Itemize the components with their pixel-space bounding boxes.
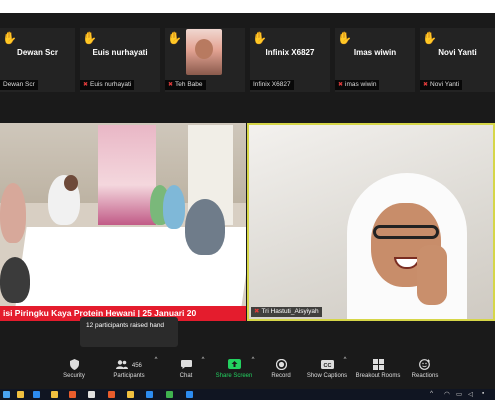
- participant-label: ✖ imas wiwin: [335, 80, 380, 90]
- chat-button[interactable]: Chat: [175, 357, 197, 387]
- speaker-hands: [417, 245, 447, 305]
- participants-button[interactable]: 456 Participants: [108, 357, 150, 387]
- share-caret-icon[interactable]: ^: [250, 357, 256, 387]
- attendee: [0, 257, 30, 303]
- muted-mic-icon: ✖: [423, 82, 429, 88]
- volume-icon[interactable]: ◁: [468, 390, 473, 398]
- main-video-right[interactable]: ✖ Tri Hastuti_Aisyiyah: [247, 123, 495, 321]
- muted-mic-icon: ✖: [168, 82, 174, 88]
- participant-thumb-dewan[interactable]: ✋ Dewan Scr Dewan Scr: [0, 28, 75, 92]
- participant-thumb-teh-babe[interactable]: ✋ ✖ Teh Babe: [165, 28, 245, 92]
- record-icon: [268, 357, 294, 373]
- participant-name: Dewan Scr: [17, 48, 58, 57]
- participant-thumb-imas[interactable]: ✋ Imas wiwin ✖ imas wiwin: [335, 28, 415, 92]
- security-button[interactable]: Security: [58, 357, 90, 387]
- taskbar-app-icon[interactable]: [186, 391, 193, 398]
- start-icon[interactable]: [3, 391, 10, 398]
- chat-caret-icon[interactable]: ^: [200, 357, 206, 387]
- participant-label: Infinix X6827: [250, 80, 294, 90]
- participants-count: 456: [131, 363, 142, 369]
- participant-video: [186, 29, 222, 75]
- file-explorer-icon[interactable]: [51, 391, 58, 398]
- raised-hand-icon: ✋: [2, 31, 17, 45]
- raised-hand-tooltip[interactable]: 12 participants raised hand: [80, 317, 178, 347]
- muted-mic-icon: ✖: [338, 82, 344, 88]
- breakout-rooms-button[interactable]: Breakout Rooms: [354, 357, 402, 387]
- tray-chevron-icon[interactable]: ^: [430, 390, 433, 397]
- participant-name: Imas wiwin: [353, 48, 397, 57]
- reactions-button[interactable]: Reactions: [410, 357, 440, 387]
- participant-strip: ✋ Dewan Scr Dewan Scr ✋ Euis nurhayati ✖…: [0, 28, 495, 92]
- muted-mic-icon: ✖: [254, 308, 260, 315]
- language-icon[interactable]: ▪: [482, 390, 484, 397]
- raised-hand-icon: ✋: [167, 31, 182, 45]
- share-screen-button[interactable]: Share Screen: [213, 357, 255, 387]
- speaker-name-label: ✖ Tri Hastuti_Aisyiyah: [251, 307, 322, 317]
- record-button[interactable]: Record: [268, 357, 294, 387]
- participants-caret-icon[interactable]: ^: [153, 357, 159, 387]
- taskbar-app-icon[interactable]: [108, 391, 115, 398]
- meeting-toolbar: Security 456 Participants ^ Chat ^ Share…: [0, 354, 495, 389]
- raised-hand-icon: ✋: [252, 31, 267, 45]
- shield-icon: [58, 357, 90, 373]
- participant-thumb-novi[interactable]: ✋ Novi Yanti ✖ Novi Yanti: [420, 28, 495, 92]
- chat-bubble-icon: [175, 357, 197, 373]
- captions-caret-icon[interactable]: ^: [342, 357, 348, 387]
- top-margin: [0, 0, 495, 13]
- attendee-head: [64, 175, 78, 191]
- smiley-add-icon: [410, 357, 440, 373]
- zoom-app-icon[interactable]: [146, 391, 153, 398]
- taskbar-app-icon[interactable]: [69, 391, 76, 398]
- participant-label: ✖ Teh Babe: [165, 80, 206, 90]
- participants-icon: 456: [108, 357, 150, 373]
- os-taskbar: ^ ◠ ▭ ◁ ▪: [0, 389, 495, 400]
- attendee: [163, 185, 185, 229]
- participant-name: Novi Yanti: [438, 48, 477, 57]
- participant-label: ✖ Euis nurhayati: [80, 80, 135, 90]
- raised-hand-icon: ✋: [422, 31, 437, 45]
- breakout-rooms-icon: [354, 357, 402, 373]
- participant-label: Dewan Scr: [0, 80, 38, 90]
- speaker-glasses: [373, 225, 439, 239]
- edge-browser-icon[interactable]: [33, 391, 40, 398]
- taskbar-app-icon[interactable]: [17, 391, 24, 398]
- taskbar-app-icon[interactable]: [88, 391, 95, 398]
- share-screen-icon: [213, 357, 255, 373]
- muted-mic-icon: ✖: [83, 82, 89, 88]
- attendee: [185, 199, 225, 255]
- participant-name: Euis nurhayati: [92, 48, 148, 57]
- promo-banner: [98, 125, 156, 225]
- taskbar-app-icon[interactable]: [127, 391, 134, 398]
- participant-thumb-euis[interactable]: ✋ Euis nurhayati ✖ Euis nurhayati: [80, 28, 160, 92]
- participant-label: ✖ Novi Yanti: [420, 80, 463, 90]
- raised-hand-icon: ✋: [337, 31, 352, 45]
- participant-name: Infinix X6827: [265, 48, 315, 57]
- participant-thumb-infinix[interactable]: ✋ Infinix X6827 Infinix X6827: [250, 28, 330, 92]
- svg-text:CC: CC: [323, 363, 331, 369]
- battery-icon[interactable]: ▭: [456, 390, 462, 398]
- main-video-left[interactable]: isi Piringku Kaya Protein Hewani | 25 Ja…: [0, 123, 246, 321]
- wifi-icon[interactable]: ◠: [444, 390, 450, 398]
- raised-hand-icon: ✋: [82, 31, 97, 45]
- whatsapp-icon[interactable]: [166, 391, 173, 398]
- attendee: [0, 183, 26, 243]
